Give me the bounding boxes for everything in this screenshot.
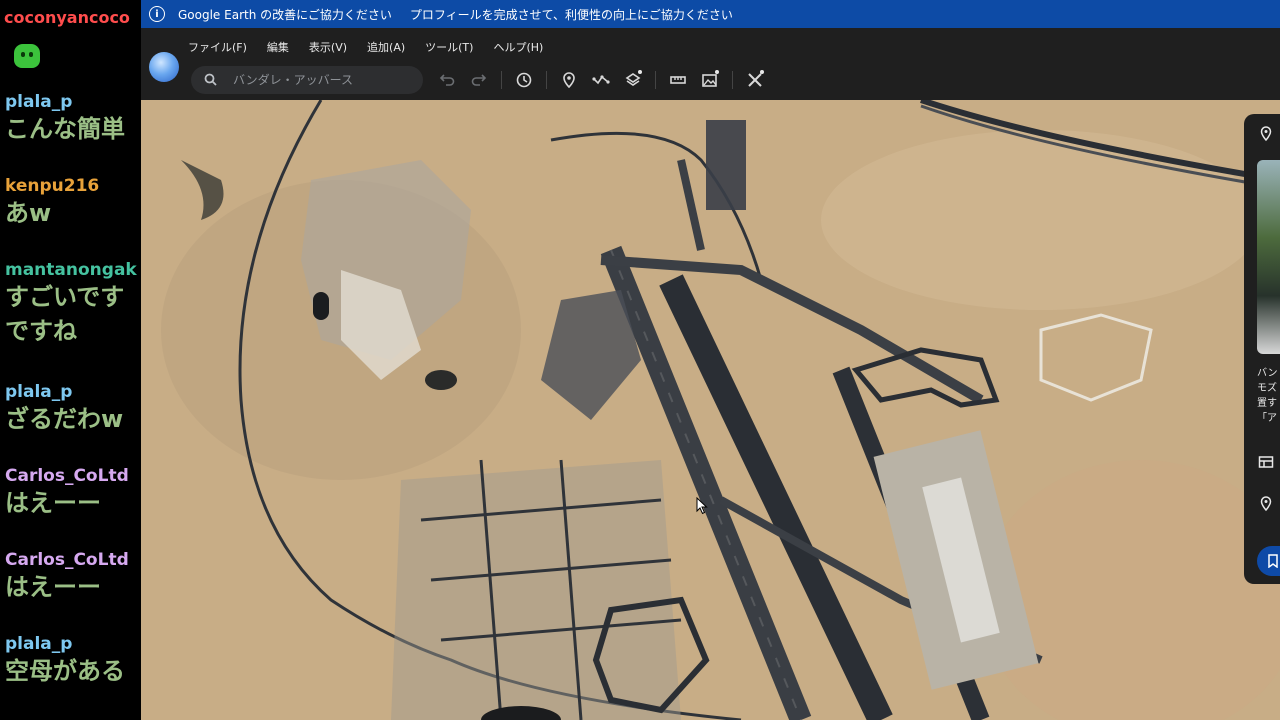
ruler-icon[interactable] [662,68,694,92]
menu-bar: ファイル(F) 編集 表示(V) 追加(A) ツール(T) ヘルプ(H) [188,39,563,55]
google-earth-logo-icon[interactable] [149,52,179,82]
chat-username: Carlos_CoLtd [5,466,129,486]
historical-imagery-icon[interactable] [508,68,540,92]
chat-username: mantanongak [5,260,137,280]
chat-top-username: coconyancoco [4,8,130,27]
chat-username: plala_p [5,634,73,654]
search-bar[interactable] [191,66,423,94]
menu-edit[interactable]: 編集 [267,39,289,55]
search-input[interactable] [233,73,413,87]
description-line: 「ア [1257,413,1277,424]
chat-message: plala_p ざるだわw [5,382,123,436]
info-banner: i Google Earth の改善にご協力ください プロフィールを完成させて、… [141,0,1280,28]
app-toolbar: ファイル(F) 編集 表示(V) 追加(A) ツール(T) ヘルプ(H) [141,28,1280,100]
chat-username: Carlos_CoLtd [5,550,129,570]
airbase-imagery [141,100,1280,720]
toolbar-divider [546,71,547,89]
bookmark-icon [1268,554,1278,568]
chat-overlay: coconyancoco plala_p こんな簡単 kenpu216 あw m… [0,0,141,720]
location-pin-icon[interactable] [1258,496,1274,512]
place-description: バン モズ 置す 「ア [1257,366,1280,426]
chat-text: ざるだわw [5,405,124,433]
details-card-icon[interactable] [1258,454,1274,470]
location-pin-icon [1260,126,1272,142]
chat-message: mantanongak すごいです ですね [5,260,137,348]
menu-help[interactable]: ヘルプ(H) [493,39,543,55]
toolbar-divider [501,71,502,89]
toolbar-tools [431,68,771,92]
chat-text: ですね [5,317,77,345]
chat-text: あw [5,199,52,227]
menu-view[interactable]: 表示(V) [309,39,347,55]
chat-text: はえーー [5,489,101,517]
screen: coconyancoco plala_p こんな簡単 kenpu216 あw m… [0,0,1280,720]
menu-add[interactable]: 追加(A) [367,39,405,55]
description-line: 置す [1257,398,1277,409]
chat-message: Carlos_CoLtd はえーー [5,466,129,520]
image-overlay-icon[interactable] [694,68,726,92]
menu-tools[interactable]: ツール(T) [425,39,473,55]
toolbar-divider [655,71,656,89]
chat-message: Carlos_CoLtd はえーー [5,550,129,604]
search-icon [204,73,217,86]
toolbar-divider [732,71,733,89]
knowledge-card-panel: バン モズ 置す 「ア [1244,114,1280,584]
banner-link-improve[interactable]: Google Earth の改善にご協力ください [178,6,392,23]
chat-text: すごいです [5,283,125,311]
tools-icon[interactable] [739,68,771,92]
chat-text: こんな簡単 [5,115,125,143]
chat-text: はえーー [5,573,101,601]
path-icon[interactable] [585,68,617,92]
banner-link-profile[interactable]: プロフィールを完成させて、利便性の向上にご協力ください [410,6,733,23]
chat-message: plala_p 空母がある [5,634,125,688]
undo-icon[interactable] [431,68,463,92]
layers-icon[interactable] [617,68,649,92]
chat-message: plala_p こんな簡単 [5,92,125,146]
description-line: バン [1257,368,1278,379]
chat-username: kenpu216 [5,176,100,196]
frog-emoji-icon [14,44,40,68]
place-photo-thumbnail[interactable] [1257,160,1280,354]
save-to-project-button[interactable] [1257,546,1280,576]
menu-file[interactable]: ファイル(F) [188,39,247,55]
redo-icon[interactable] [463,68,495,92]
chat-message: kenpu216 あw [5,176,99,230]
chat-username: plala_p [5,92,73,112]
description-line: モズ [1257,383,1277,394]
info-icon: i [149,6,165,22]
satellite-map-view[interactable] [141,100,1280,720]
chat-username: plala_p [5,382,73,402]
mouse-cursor-icon [696,497,708,515]
chat-text: 空母がある [5,657,125,685]
placemark-icon[interactable] [553,68,585,92]
